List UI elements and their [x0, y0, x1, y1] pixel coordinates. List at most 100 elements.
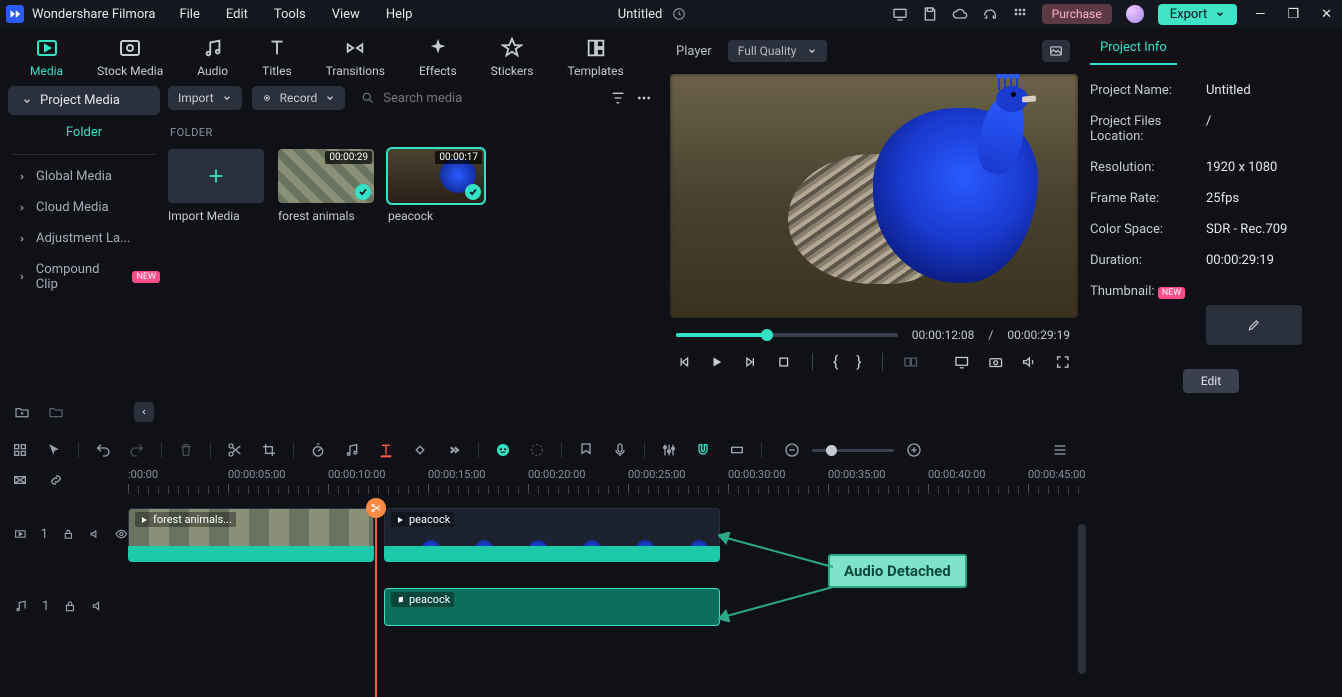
playhead[interactable]	[375, 506, 377, 697]
playback-progress[interactable]	[676, 333, 898, 337]
fullscreen-icon[interactable]	[1055, 354, 1070, 370]
tab-audio[interactable]: Audio	[197, 36, 228, 78]
filter-icon[interactable]	[610, 90, 626, 106]
speed-icon[interactable]	[308, 440, 328, 460]
clip-peacock-audio-detached[interactable]: peacock	[384, 588, 720, 626]
project-media-header[interactable]: Project Media	[8, 86, 160, 115]
layout-icon[interactable]	[10, 440, 30, 460]
timeline-ruler[interactable]: :00:0000:00:05:0000:00:10:0000:00:15:000…	[128, 466, 1080, 506]
split-icon[interactable]	[225, 440, 245, 460]
music-icon[interactable]	[342, 440, 362, 460]
zoom-in-icon[interactable]	[904, 440, 924, 460]
display-icon[interactable]	[954, 354, 969, 370]
snapshot-button[interactable]	[1042, 40, 1070, 62]
search-input[interactable]	[383, 91, 594, 106]
user-avatar[interactable]	[1126, 5, 1144, 23]
export-button[interactable]: Export	[1158, 4, 1238, 25]
chevron-down-icon	[222, 93, 232, 103]
tab-titles[interactable]: Titles	[262, 36, 291, 78]
timeline-vertical-scrollbar[interactable]	[1078, 524, 1086, 674]
purchase-button[interactable]: Purchase	[1042, 4, 1112, 24]
headphones-icon[interactable]	[982, 6, 998, 22]
clip-audio-forest[interactable]	[128, 546, 374, 562]
save-icon[interactable]	[922, 6, 938, 22]
search-media[interactable]	[355, 91, 600, 106]
fit-timeline-icon[interactable]	[12, 472, 28, 488]
eye-icon[interactable]	[115, 527, 128, 541]
volume-icon[interactable]	[1021, 354, 1036, 370]
thumbnail-edit-button[interactable]	[1206, 305, 1302, 345]
new-folder-icon[interactable]	[14, 404, 30, 420]
mute-icon[interactable]	[89, 527, 102, 541]
menu-tools[interactable]: Tools	[274, 7, 306, 22]
list-view-icon[interactable]	[1050, 440, 1070, 460]
tab-effects[interactable]: Effects	[419, 36, 457, 78]
sidebar-item-compound-clip[interactable]: Compound ClipNEW	[18, 262, 160, 292]
folder-icon[interactable]	[48, 404, 64, 420]
mute-icon[interactable]	[91, 599, 105, 613]
link-icon[interactable]	[48, 472, 64, 488]
effects-icon	[427, 37, 449, 59]
step-forward-icon[interactable]	[743, 354, 758, 370]
menu-help[interactable]: Help	[386, 7, 413, 22]
more-tools-icon[interactable]	[444, 440, 464, 460]
menu-view[interactable]: View	[332, 7, 360, 22]
record-button[interactable]: Record	[252, 86, 346, 110]
window-close-button[interactable]: ✕	[1317, 7, 1336, 22]
magnet-icon[interactable]	[693, 440, 713, 460]
camera-icon[interactable]	[988, 354, 1003, 370]
tab-templates[interactable]: Templates	[568, 36, 624, 78]
apps-icon[interactable]	[1012, 6, 1028, 22]
menu-edit[interactable]: Edit	[226, 7, 248, 22]
folder-tab[interactable]: Folder	[12, 115, 156, 155]
media-item-peacock[interactable]: 00:00:17 peacock	[388, 149, 484, 223]
play-icon[interactable]	[709, 354, 724, 370]
tab-stock-media[interactable]: Stock Media	[97, 36, 163, 78]
step-back-icon[interactable]	[676, 354, 691, 370]
keyframe-icon[interactable]	[410, 440, 430, 460]
cursor-icon[interactable]	[44, 440, 64, 460]
window-maximize-button[interactable]: ❐	[1283, 7, 1303, 22]
sidebar-item-adjustment-layer[interactable]: Adjustment La...	[18, 231, 160, 246]
adjust-icon[interactable]	[527, 440, 547, 460]
import-media-tile[interactable]: Import Media	[168, 149, 264, 223]
cloud-icon[interactable]	[952, 6, 968, 22]
device-icon[interactable]	[892, 6, 908, 22]
collapse-sidebar-button[interactable]	[134, 402, 154, 422]
stop-icon[interactable]	[776, 354, 791, 370]
more-icon[interactable]	[636, 90, 652, 106]
crop-icon[interactable]	[259, 440, 279, 460]
edit-button[interactable]: Edit	[1183, 369, 1239, 393]
preview-video[interactable]	[670, 74, 1078, 318]
marker-icon[interactable]	[576, 440, 596, 460]
lock-icon[interactable]	[62, 527, 75, 541]
undo-icon[interactable]	[93, 440, 113, 460]
zoom-slider[interactable]	[812, 449, 894, 452]
mixer-icon[interactable]	[659, 440, 679, 460]
pencil-icon	[1247, 318, 1261, 332]
voiceover-icon[interactable]	[610, 440, 630, 460]
tab-stickers[interactable]: Stickers	[491, 36, 534, 78]
ai-icon[interactable]	[493, 440, 513, 460]
window-minimize-button[interactable]: —	[1251, 7, 1269, 22]
mark-out-icon[interactable]: }	[856, 352, 861, 371]
media-item-forest-animals[interactable]: 00:00:29 forest animals	[278, 149, 374, 223]
quality-selector[interactable]: Full Quality	[728, 40, 827, 62]
tab-transitions[interactable]: Transitions	[326, 36, 385, 78]
zoom-out-icon[interactable]	[782, 440, 802, 460]
ruler-tick: 00:00:05:00	[228, 468, 285, 481]
import-button[interactable]: Import	[168, 86, 242, 110]
compare-icon[interactable]	[903, 354, 918, 370]
project-info-tab[interactable]: Project Info	[1090, 34, 1177, 65]
lock-icon[interactable]	[63, 599, 77, 613]
text-color-icon[interactable]	[376, 440, 396, 460]
range-icon[interactable]	[727, 440, 747, 460]
tab-media[interactable]: Media	[30, 36, 63, 78]
clip-audio-peacock-attached[interactable]	[384, 546, 720, 562]
mark-in-icon[interactable]: {	[833, 352, 838, 371]
sidebar-item-global-media[interactable]: Global Media	[18, 169, 160, 184]
delete-icon[interactable]	[176, 440, 196, 460]
redo-icon[interactable]	[127, 440, 147, 460]
menu-file[interactable]: File	[179, 7, 199, 22]
sidebar-item-cloud-media[interactable]: Cloud Media	[18, 200, 160, 215]
